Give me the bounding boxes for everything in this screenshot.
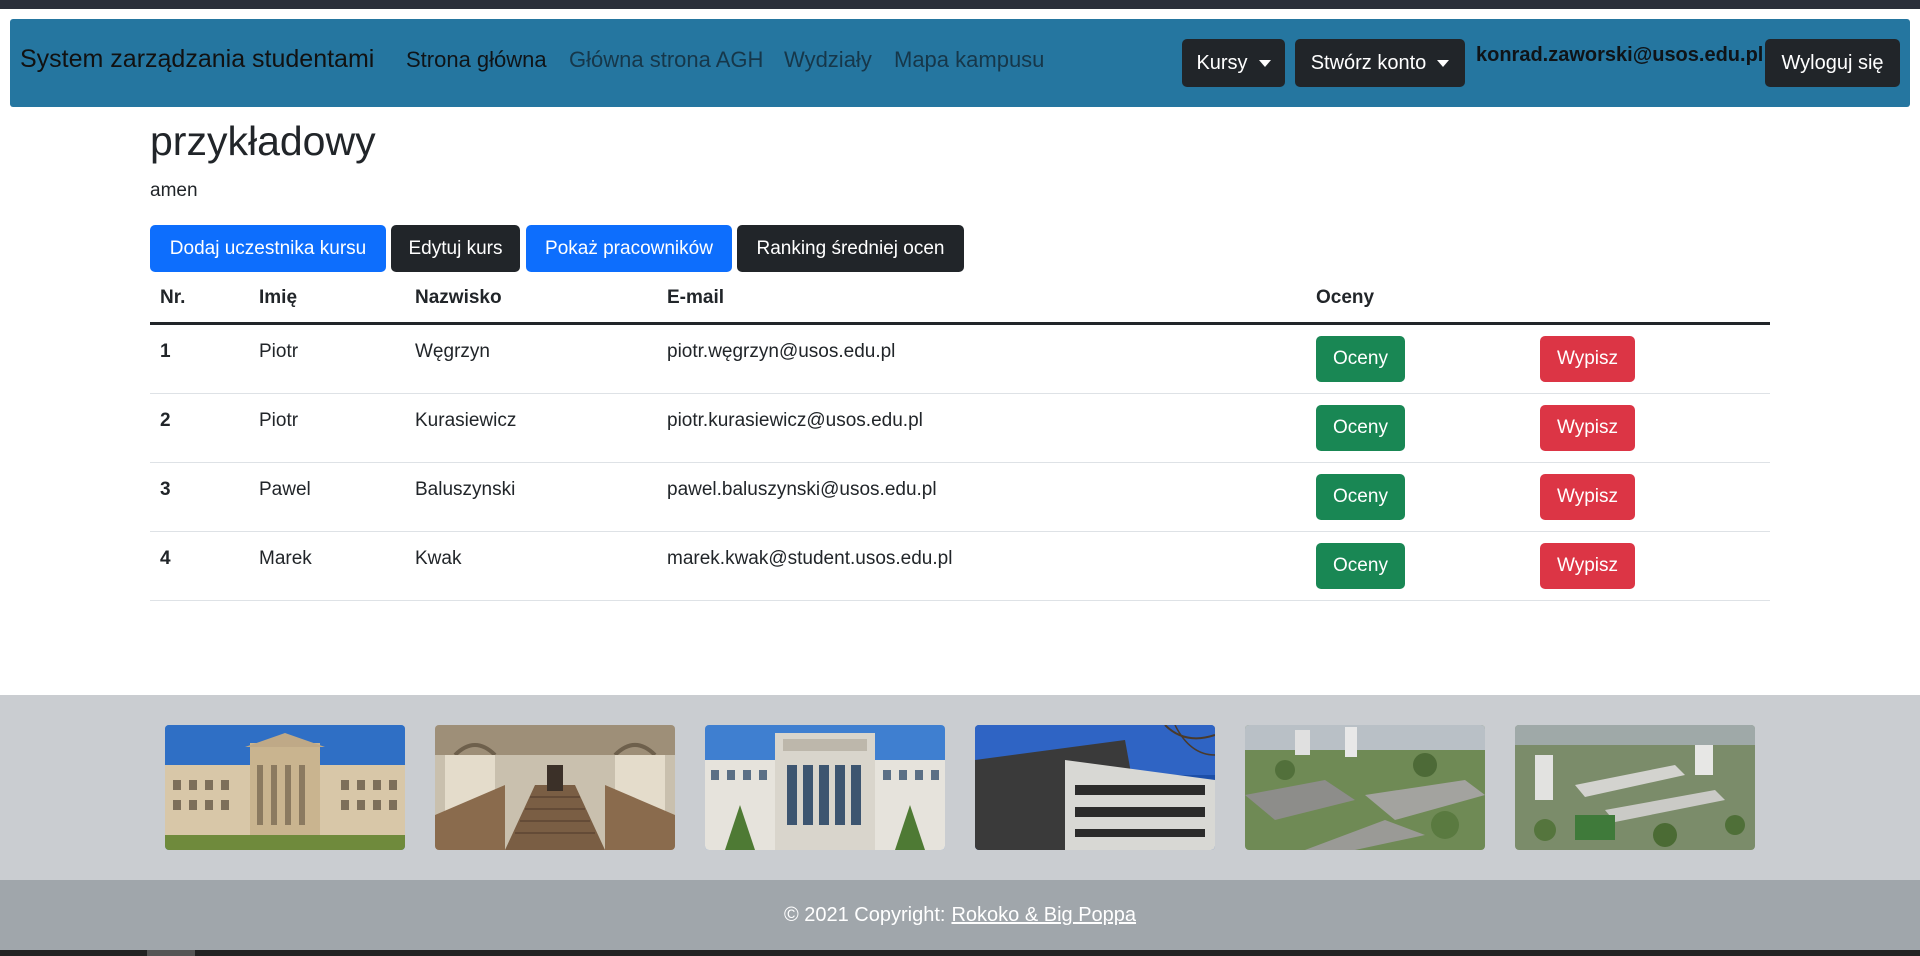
student-first-name: Piotr (259, 341, 299, 362)
courses-dropdown-label: Kursy (1196, 51, 1248, 74)
grades-button[interactable]: Oceny (1316, 405, 1405, 451)
remove-student-button[interactable]: Wypisz (1540, 543, 1635, 589)
chevron-down-icon (1258, 59, 1271, 67)
create-account-dropdown-label: Stwórz konto (1310, 51, 1427, 74)
footer: © 2021 Copyright: Rokoko & Big Poppa (0, 880, 1920, 950)
row-number: 2 (160, 410, 171, 431)
footer-author-link[interactable]: Rokoko & Big Poppa (951, 904, 1136, 927)
row-number: 3 (160, 479, 171, 500)
dormitory-aerial-photo (1245, 725, 1485, 850)
navbar: System zarządzania studentami Strona głó… (10, 19, 1910, 107)
grades-button[interactable]: Oceny (1316, 336, 1405, 382)
scrollbar-thumb[interactable] (147, 950, 195, 956)
nav-link-faculties[interactable]: Wydziały (784, 47, 872, 73)
student-last-name: Kwak (415, 548, 462, 569)
campus-gallery (0, 695, 1920, 880)
course-description: amen (150, 180, 198, 201)
edit-course-button[interactable]: Edytuj kurs (391, 225, 520, 272)
row-number: 1 (160, 341, 171, 362)
remove-student-button[interactable]: Wypisz (1540, 405, 1635, 451)
table-row: 1 Piotr Węgrzyn piotr.węgrzyn@usos.edu.p… (150, 325, 1770, 394)
agh-main-building-photo (705, 725, 945, 850)
table-row: 3 Pawel Baluszynski pawel.baluszynski@us… (150, 463, 1770, 532)
student-last-name: Baluszynski (415, 479, 516, 500)
campus-building-photo (165, 725, 405, 850)
footer-copyright: © 2021 Copyright: (783, 903, 946, 926)
student-email: marek.kwak@student.usos.edu.pl (667, 548, 953, 569)
row-number: 4 (160, 548, 171, 569)
user-email: konrad.zaworski@usos.edu.pl (1476, 44, 1764, 66)
nav-link-campus-map[interactable]: Mapa kampusu (894, 47, 1044, 73)
table-row: 2 Piotr Kurasiewicz piotr.kurasiewicz@us… (150, 394, 1770, 463)
column-header-first-name: Imię (259, 287, 298, 308)
add-participant-button[interactable]: Dodaj uczestnika kursu (150, 225, 386, 272)
create-account-dropdown[interactable]: Stwórz konto (1295, 39, 1465, 87)
column-header-email: E-mail (667, 287, 725, 308)
grades-button[interactable]: Oceny (1316, 474, 1405, 520)
student-email: piotr.węgrzyn@usos.edu.pl (667, 341, 896, 362)
page-title: przykładowy (150, 118, 376, 164)
student-first-name: Piotr (259, 410, 299, 431)
navbar-brand[interactable]: System zarządzania studentami (20, 45, 374, 74)
column-header-last-name: Nazwisko (415, 287, 502, 308)
column-header-grades: Oceny (1316, 287, 1375, 308)
student-email: pawel.baluszynski@usos.edu.pl (667, 479, 937, 500)
student-first-name: Pawel (259, 479, 311, 500)
grand-staircase-photo (435, 725, 675, 850)
student-last-name: Kurasiewicz (415, 410, 517, 431)
courses-dropdown[interactable]: Kursy (1182, 39, 1285, 87)
remove-student-button[interactable]: Wypisz (1540, 336, 1635, 382)
student-email: piotr.kurasiewicz@usos.edu.pl (667, 410, 923, 431)
nav-link-agh[interactable]: Główna strona AGH (569, 47, 763, 73)
grade-ranking-button[interactable]: Ranking średniej ocen (737, 225, 964, 272)
remove-student-button[interactable]: Wypisz (1540, 474, 1635, 520)
show-staff-button[interactable]: Pokaż pracowników (526, 225, 732, 272)
logout-button[interactable]: Wyloguj się (1765, 39, 1900, 87)
campus-aerial-photo (1515, 725, 1755, 850)
chevron-down-icon (1437, 59, 1450, 67)
student-last-name: Węgrzyn (415, 341, 490, 362)
table-row: 4 Marek Kwak marek.kwak@student.usos.edu… (150, 532, 1770, 601)
nav-link-home[interactable]: Strona główna (406, 47, 547, 73)
bottom-scrollbar[interactable] (0, 950, 1920, 956)
window-top-strip (0, 0, 1920, 9)
grades-button[interactable]: Oceny (1316, 543, 1405, 589)
modern-faculty-building-photo (975, 725, 1215, 850)
student-first-name: Marek (259, 548, 312, 569)
column-header-nr: Nr. (160, 287, 186, 308)
